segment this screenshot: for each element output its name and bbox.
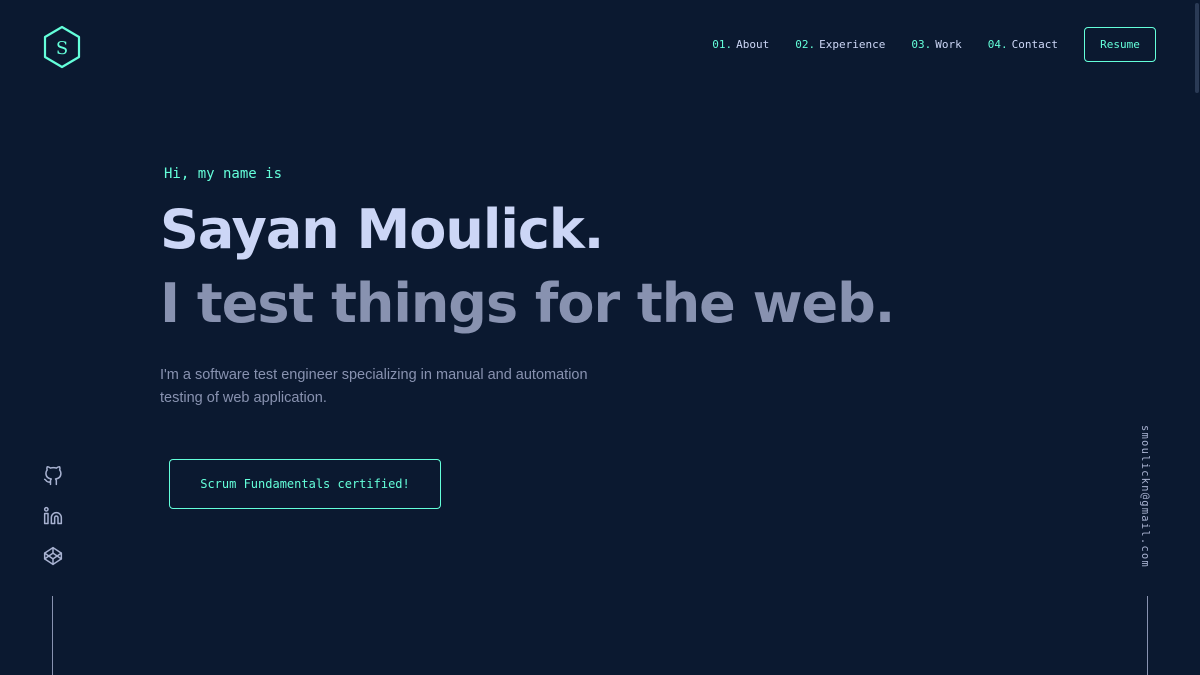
left-vertical-line — [52, 596, 53, 675]
nav-item-number: 03. — [911, 38, 932, 51]
top-nav: 01. About 02. Experience 03. Work 04. Contac… — [712, 38, 1058, 51]
hero-section: Hi, my name is Sayan Moulick. I test thi… — [160, 160, 920, 410]
social-links — [43, 466, 63, 566]
hero-intro: I'm a software test engineer specializin… — [160, 367, 588, 406]
nav-item-experience[interactable]: 02. Experience — [795, 38, 885, 51]
resume-button[interactable]: Resume — [1084, 27, 1156, 62]
nav-item-label: Contact — [1011, 38, 1058, 51]
email-link[interactable]: smoulickn@gmail.com — [1139, 425, 1151, 568]
page: S 01. About 02. Experience 03. Work 04. Cont… — [0, 0, 1200, 675]
codepen-icon[interactable] — [43, 546, 63, 566]
hero-name: Sayan Moulick. — [160, 198, 604, 261]
linkedin-icon[interactable] — [43, 506, 63, 526]
scrum-cert-button[interactable]: Scrum Fundamentals certified! — [169, 459, 441, 509]
hero-tagline: I test things for the web. — [160, 272, 895, 335]
hexagon-logo-icon[interactable]: S — [42, 25, 82, 69]
nav-item-work[interactable]: 03. Work — [911, 38, 961, 51]
nav-item-number: 01. — [712, 38, 733, 51]
nav-item-number: 02. — [795, 38, 816, 51]
nav-item-contact[interactable]: 04. Contact — [988, 38, 1058, 51]
hero-greeting: Hi, my name is — [164, 166, 283, 182]
right-vertical-line — [1147, 596, 1148, 675]
scrollbar-thumb[interactable] — [1195, 3, 1199, 93]
nav-item-label: Work — [935, 38, 962, 51]
github-icon[interactable] — [43, 466, 63, 486]
logo-letter: S — [56, 38, 68, 59]
nav-item-number: 04. — [987, 38, 1008, 51]
nav-item-label: Experience — [819, 38, 886, 51]
nav-item-label: About — [736, 38, 770, 51]
nav-item-about[interactable]: 01. About — [712, 38, 769, 51]
scrollbar[interactable] — [1194, 0, 1200, 675]
